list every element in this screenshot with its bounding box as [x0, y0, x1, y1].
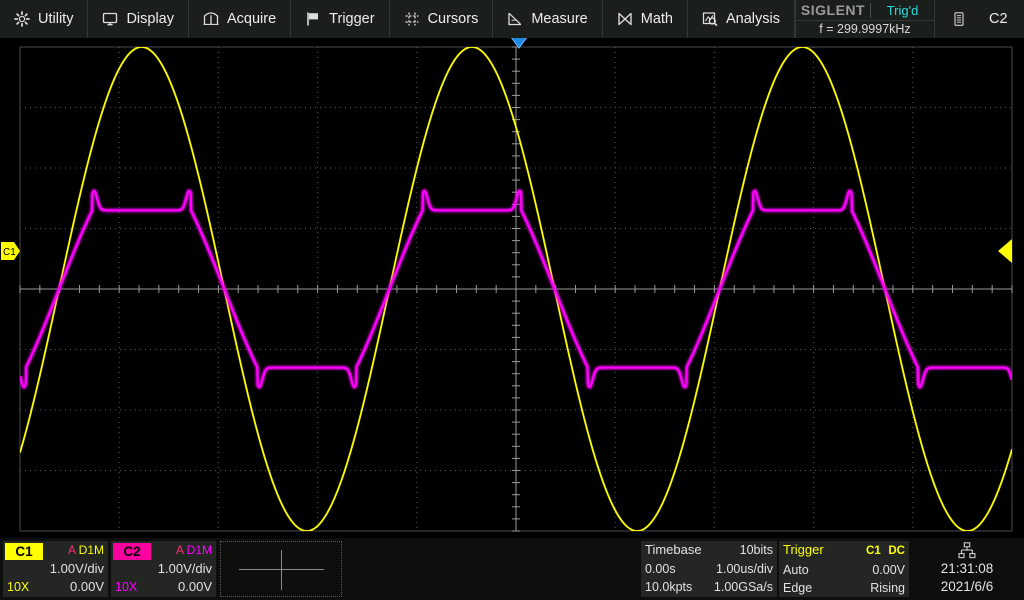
- menu-item-analysis[interactable]: Analysis: [688, 0, 795, 38]
- menu-item-label: Measure: [531, 10, 588, 27]
- menu-item-label: Display: [126, 10, 174, 27]
- clipboard-icon[interactable]: [951, 11, 967, 27]
- timebase-scale: 1.00us/div: [716, 561, 773, 576]
- flag-icon: [305, 11, 321, 27]
- channel-tag-c2[interactable]: C2: [113, 542, 151, 560]
- xy-vertical-line: [281, 550, 282, 590]
- cursors-icon: [404, 11, 420, 27]
- display-markers[interactable]: C1: [0, 38, 1024, 538]
- trigger-status-badge: Trig'd: [886, 2, 919, 18]
- brand-logo: SIGLENT: [800, 1, 866, 18]
- menu-item-math[interactable]: Math: [603, 0, 688, 38]
- trigger-position-marker[interactable]: [508, 38, 530, 49]
- gear-icon: [14, 11, 30, 27]
- frequency-readout: f = 299.9997kHz: [796, 19, 934, 38]
- menu-item-utility[interactable]: Utility: [0, 0, 89, 38]
- trigger-source-group: C1 DC: [866, 541, 905, 561]
- channel-scale-c2: 1.00V/div: [157, 561, 212, 576]
- timebase-bits: 10bits: [739, 543, 773, 557]
- coupling-mode-label: D1M: [78, 543, 104, 557]
- menu-item-acquire[interactable]: Acquire: [189, 0, 292, 38]
- math-icon: [617, 11, 633, 27]
- acquire-icon: [203, 11, 219, 27]
- channel-coupling-c1: A D1M: [43, 541, 108, 560]
- menu-item-cursors[interactable]: Cursors: [390, 0, 494, 38]
- timebase-panel[interactable]: Timebase 10bits 0.00s 1.00us/div 10.0kpt…: [641, 541, 777, 597]
- clock-panel: 21:31:08 2021/6/6: [912, 541, 1022, 597]
- c1-trigger-level-marker[interactable]: [998, 239, 1012, 263]
- coupling-a-label: A: [175, 543, 184, 557]
- trigger-type: Edge: [783, 581, 813, 596]
- status-block: SIGLENT Trig'd f = 299.9997kHz: [795, 0, 935, 38]
- timebase-sample-rate: 1.00GSa/s: [713, 580, 773, 595]
- channel-attenuation-c2: 10X: [115, 580, 138, 594]
- active-channel-label[interactable]: C2: [989, 11, 1008, 27]
- channel-panel-c2[interactable]: C2 A D1M 1.00V/div 10X 0.00V: [111, 541, 216, 597]
- channel-panel-c1[interactable]: C1 A D1M 1.00V/div 10X 0.00V: [3, 541, 108, 597]
- coupling-mode-label: D1M: [186, 543, 212, 557]
- oscilloscope-screen: Utility Display Acquire Trigger Cursors …: [0, 0, 1024, 600]
- menu-item-label: Math: [640, 10, 673, 27]
- timebase-memory-depth: 10.0kpts: [645, 580, 693, 595]
- coupling-a-label: A: [67, 543, 76, 557]
- channel-scale-c1: 1.00V/div: [49, 561, 104, 576]
- c1-ground-marker-label: C1: [3, 247, 16, 258]
- channel-coupling-c2: A D1M: [151, 541, 216, 560]
- clock-date: 2021/6/6: [940, 579, 994, 594]
- trigger-mode: Auto: [783, 562, 809, 577]
- network-icon[interactable]: [958, 542, 976, 559]
- menu-item-display[interactable]: Display: [88, 0, 189, 38]
- timebase-delay: 0.00s: [645, 561, 676, 576]
- menu-item-label: Cursors: [427, 10, 479, 27]
- menu-item-label: Acquire: [227, 10, 277, 27]
- menu-item-label: Utility: [38, 10, 74, 27]
- trigger-slope: Rising: [870, 581, 905, 596]
- monitor-icon: [102, 11, 118, 27]
- channel-attenuation-c1: 10X: [7, 580, 30, 594]
- trigger-level: 0.00V: [872, 562, 905, 577]
- channel-offset-c1: 0.00V: [70, 579, 104, 594]
- top-menu-bar: Utility Display Acquire Trigger Cursors …: [0, 0, 1024, 38]
- timebase-title: Timebase: [645, 542, 702, 557]
- trigger-panel[interactable]: Trigger C1 DC Auto 0.00V Edge Rising: [779, 541, 909, 597]
- xy-thumbnail-panel[interactable]: [220, 541, 342, 597]
- menu-item-label: Trigger: [329, 10, 375, 27]
- menubar-right-group: C2: [935, 0, 1024, 38]
- measure-icon: [507, 11, 523, 27]
- analysis-icon: [702, 11, 718, 27]
- waveform-display-area[interactable]: C1: [0, 38, 1024, 538]
- bottom-status-bar: C1 A D1M 1.00V/div 10X 0.00V C2 A D1M 1.…: [0, 538, 1024, 600]
- channel-offset-c2: 0.00V: [178, 579, 212, 594]
- trigger-source: C1: [866, 545, 881, 557]
- menu-item-trigger[interactable]: Trigger: [291, 0, 390, 38]
- menu-item-label: Analysis: [726, 10, 780, 27]
- trigger-title: Trigger: [783, 542, 824, 557]
- trigger-coupling: DC: [888, 545, 905, 557]
- channel-tag-c1[interactable]: C1: [5, 542, 43, 560]
- menu-item-measure[interactable]: Measure: [493, 0, 603, 38]
- clock-time: 21:31:08: [940, 561, 994, 576]
